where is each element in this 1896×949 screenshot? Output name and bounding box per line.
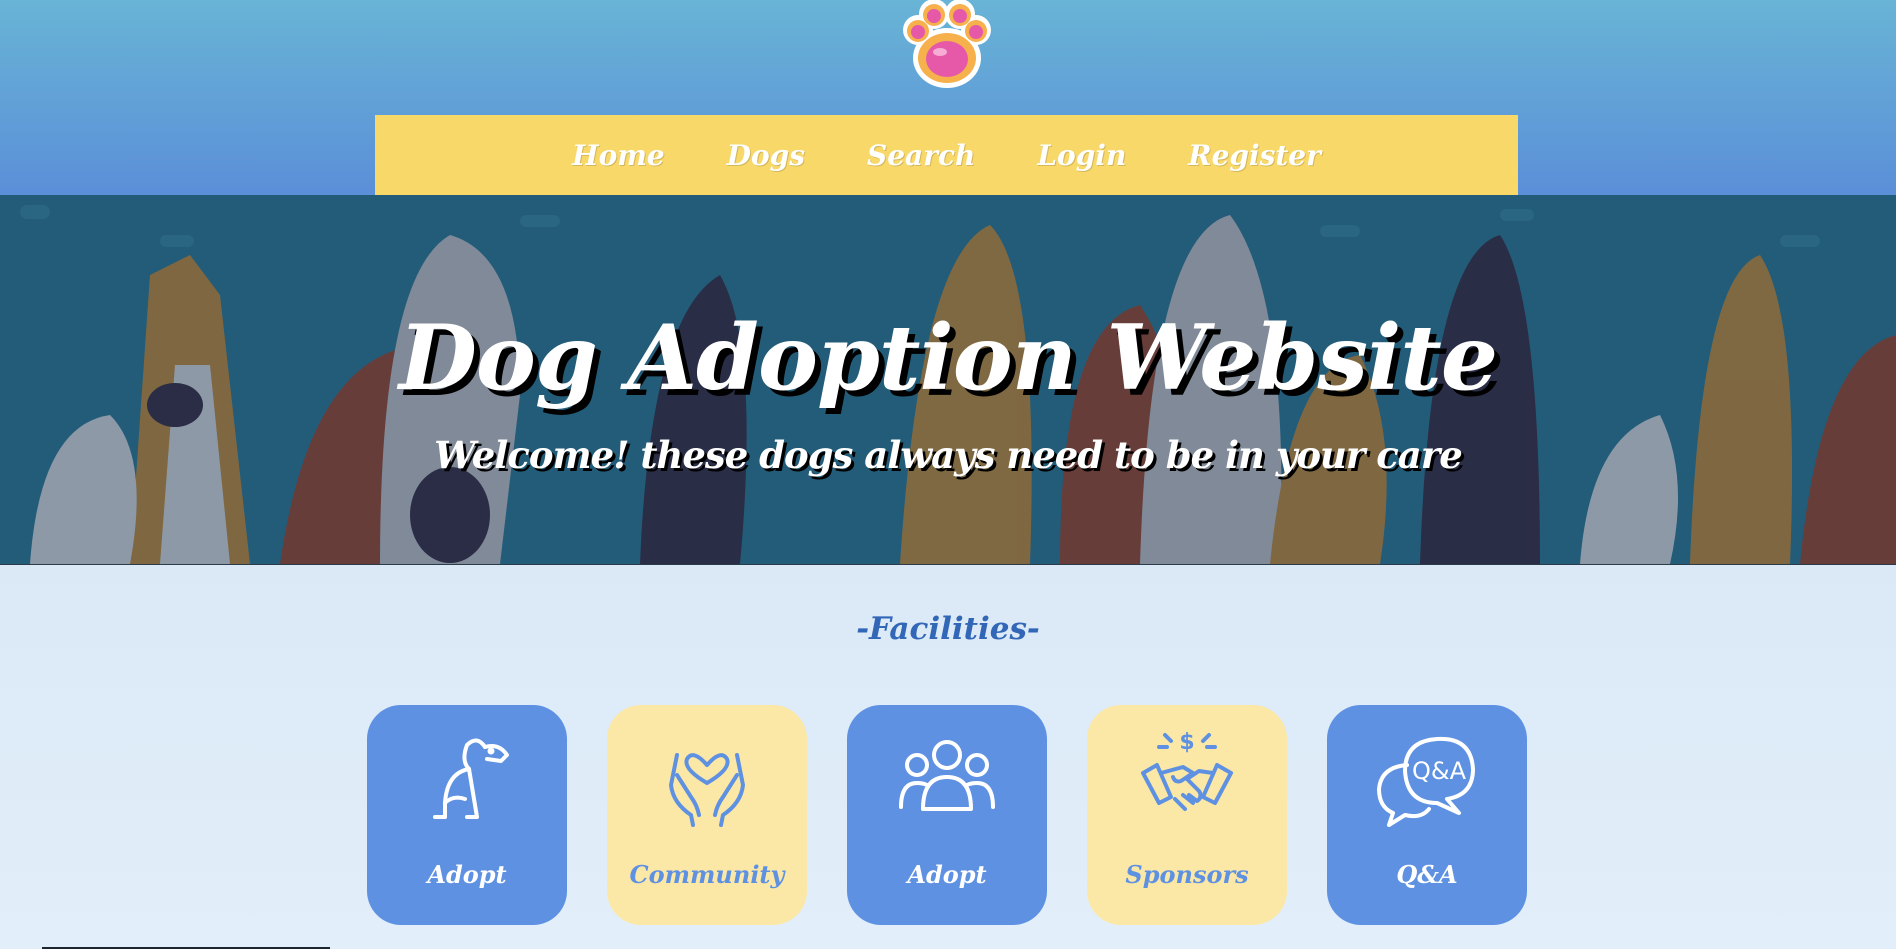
nav-register[interactable]: Register	[1188, 139, 1321, 172]
card-qa[interactable]: Q&A Q&A	[1327, 705, 1527, 925]
qa-bubbles-icon: Q&A	[1377, 736, 1475, 827]
nav-home[interactable]: Home	[572, 139, 665, 172]
nav-search[interactable]: Search	[867, 139, 975, 172]
facilities-title: -Facilities-	[856, 611, 1040, 647]
card-community[interactable]: Community	[607, 705, 807, 925]
dog-icon	[433, 738, 509, 819]
hero-banner: Dog Adoption Website Welcome! these dogs…	[0, 195, 1896, 564]
paw-icon[interactable]	[896, 0, 998, 92]
top-header: Home Dogs Search Login Register	[0, 0, 1896, 195]
svg-text:$: $	[1179, 730, 1194, 755]
card-label: Community	[629, 860, 785, 889]
hero-title: Dog Adoption Website	[398, 305, 1498, 411]
handshake-icon: $	[1141, 730, 1233, 811]
nav-dogs[interactable]: Dogs	[727, 139, 805, 172]
heart-hands-icon	[669, 753, 745, 827]
card-label: Sponsors	[1125, 860, 1249, 889]
people-group-icon	[899, 740, 995, 811]
card-adopt-people[interactable]: Adopt	[847, 705, 1047, 925]
card-label: Adopt	[907, 860, 987, 889]
main-nav: Home Dogs Search Login Register	[375, 115, 1518, 195]
card-sponsors[interactable]: $ Sponsors	[1087, 705, 1287, 925]
facilities-section: -Facilities- Adopt Community Adopt $ Spo…	[0, 565, 1896, 949]
svg-text:Q&A: Q&A	[1412, 757, 1467, 785]
card-adopt[interactable]: Adopt	[367, 705, 567, 925]
card-label: Q&A	[1396, 860, 1458, 889]
hero-subtitle: Welcome! these dogs always need to be in…	[434, 433, 1463, 477]
nav-login[interactable]: Login	[1037, 139, 1126, 172]
card-label: Adopt	[427, 860, 507, 889]
facilities-cards: Adopt Community Adopt $ Sponsors Q&A Q&A	[367, 705, 1527, 925]
